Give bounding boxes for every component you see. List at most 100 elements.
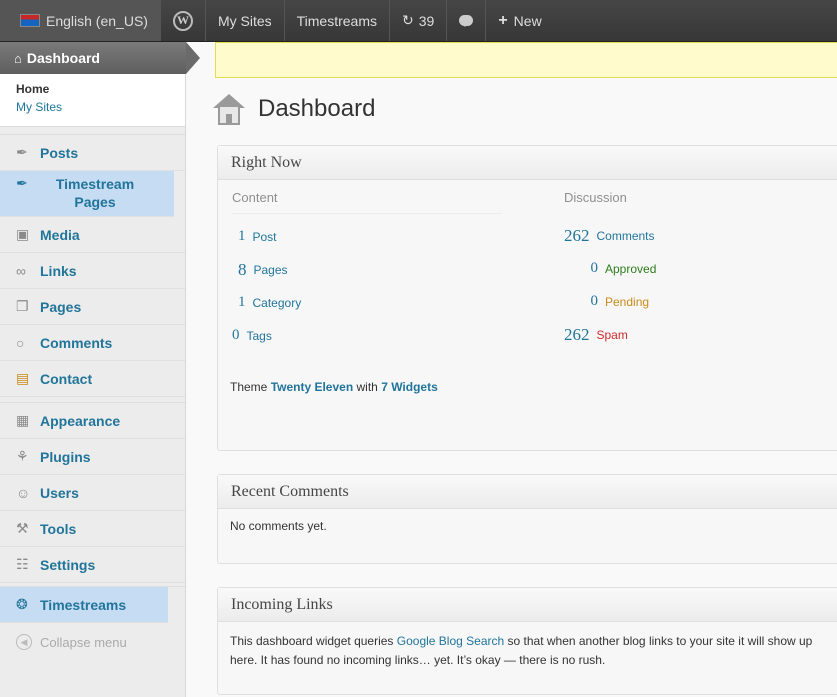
admin-bar: English (en_US) W My Sites Timestreams ↻… [0,0,837,42]
menu-label-comments: Comments [40,334,113,351]
page-title: Dashboard [258,95,376,122]
menu-item-plugins[interactable]: ⚘ Plugins [0,439,185,475]
admin-sidebar: ⌂ Dashboard Home My Sites ✒ Posts ✒ Time… [0,42,200,697]
menu-item-appearance[interactable]: ▦ Appearance [0,403,185,439]
discussion-row-spam[interactable]: 262 Spam [564,318,834,351]
incoming-links-widget: Incoming Links This dashboard widget que… [217,587,837,695]
recent-comments-title[interactable]: Recent Comments [218,475,837,509]
discussion-row-comments[interactable]: 262 Comments [564,219,834,252]
wordpress-logo-icon: W [172,10,193,31]
discussion-row-pending[interactable]: 0 Pending [564,285,834,318]
stat-label[interactable]: Category [253,296,302,310]
widgets-link[interactable]: 7 Widgets [381,380,438,394]
menu-item-links[interactable]: ∞ Links [0,253,185,289]
menu-label-pages: Pages [40,298,82,315]
page-header: Dashboard [212,92,375,126]
stat-number[interactable]: 0 [232,327,240,344]
menu-label-users: Users [40,484,79,501]
language-label: English (en_US) [46,12,148,29]
menu-item-tools[interactable]: ⚒ Tools [0,511,185,547]
menu-item-contact[interactable]: ▤ Contact [0,361,185,397]
submenu-my-sites[interactable]: My Sites [16,100,185,114]
my-sites-label: My Sites [217,12,272,29]
collapse-label: Collapse menu [40,634,127,650]
menu-item-timestreams[interactable]: ❂ Timestreams [0,587,168,623]
right-now-title[interactable]: Right Now [218,146,837,180]
refresh-icon: ↻ [402,12,414,28]
incoming-text-before: This dashboard widget queries [230,634,397,648]
menu-item-dashboard[interactable]: ⌂ Dashboard [0,42,200,74]
theme-with: with [353,380,382,394]
theme-prefix: Theme [230,380,271,394]
menu-item-users[interactable]: ☺ Users [0,475,185,511]
menu-label-media: Media [40,226,80,243]
menu-label-plugins: Plugins [40,448,91,465]
links-icon: ∞ [16,262,26,279]
content-row-categories[interactable]: 1 Category [232,286,502,319]
menu-label-timestream-pages: Timestream Pages [55,176,135,210]
menu-item-comments[interactable]: ○ Comments [0,325,185,361]
menu-label-posts: Posts [40,144,79,161]
menu-item-posts[interactable]: ✒ Posts [0,135,185,171]
plugins-icon: ⚘ [16,448,29,464]
stat-label[interactable]: Approved [605,262,656,276]
menu-item-media[interactable]: ▣ Media [0,217,185,253]
collapse-menu-button[interactable]: ◀ Collapse menu [0,623,185,661]
recent-comments-body: No comments yet. [230,519,327,533]
dashboard-house-icon [212,92,246,126]
menu-label-appearance: Appearance [40,412,121,429]
contact-icon: ▤ [16,370,30,386]
menu-label-timestreams: Timestreams [40,596,127,613]
stat-label[interactable]: Spam [597,328,628,342]
site-name-label: Timestreams [296,12,378,29]
menu-item-pages[interactable]: ❐ Pages [0,289,185,325]
discussion-heading: Discussion [564,190,627,205]
users-icon: ☺ [16,484,31,501]
menu-item-settings[interactable]: ☷ Settings [0,547,185,583]
menu-separator [0,127,185,135]
tools-icon: ⚒ [16,520,29,536]
stat-label[interactable]: Pages [254,263,288,277]
flag-icon [20,14,40,27]
content-column: Content 1 Post 8 Pages 1 Category 0 Tags [232,190,502,352]
stat-number[interactable]: 0 [564,260,599,277]
media-icon: ▣ [16,226,30,242]
content-row-tags[interactable]: 0 Tags [232,319,502,352]
stat-label[interactable]: Comments [597,229,655,243]
stat-label[interactable]: Pending [605,295,649,309]
comments-button[interactable] [447,0,487,41]
updates-count: 39 [418,12,435,29]
updates-button[interactable]: ↻ 39 [390,0,448,41]
language-switcher[interactable]: English (en_US) [0,0,161,41]
stat-number[interactable]: 1 [238,294,246,311]
content-heading: Content [232,190,502,214]
discussion-row-approved[interactable]: 0 Approved [564,252,834,285]
stat-label[interactable]: Post [253,230,277,244]
stat-number[interactable]: 262 [564,325,590,345]
stat-number[interactable]: 1 [238,228,246,245]
pushpin-icon: ✒ [16,144,28,160]
right-now-widget: Right Now Content 1 Post 8 Pages 1 Categ… [217,145,837,451]
dashboard-submenu: Home My Sites [0,74,185,127]
wordpress-logo-button[interactable]: W [161,0,206,41]
discussion-column: Discussion 262 Comments 0 Approved 0 Pen… [564,190,834,351]
timestreams-icon: ❂ [16,596,28,612]
stat-number[interactable]: 262 [564,226,590,246]
recent-comments-widget: Recent Comments No comments yet. [217,474,837,564]
content-row-posts[interactable]: 1 Post [232,220,502,253]
stat-number[interactable]: 0 [564,293,599,310]
theme-info: Theme Twenty Eleven with 7 Widgets [230,380,438,394]
incoming-links-body: This dashboard widget queries Google Blo… [218,622,837,679]
stat-number[interactable]: 8 [238,260,247,280]
theme-link[interactable]: Twenty Eleven [271,380,353,394]
my-sites-menu[interactable]: My Sites [206,0,285,41]
site-name-menu[interactable]: Timestreams [285,0,391,41]
new-content-menu[interactable]: + New [486,0,553,41]
menu-item-timestream-pages[interactable]: ✒ Timestream Pages [0,171,174,217]
incoming-links-title[interactable]: Incoming Links [218,588,837,622]
content-row-pages[interactable]: 8 Pages [232,253,502,286]
comments-icon: ○ [16,334,25,351]
google-blog-search-link[interactable]: Google Blog Search [397,634,504,648]
stat-label[interactable]: Tags [247,329,272,343]
submenu-home[interactable]: Home [16,82,185,96]
